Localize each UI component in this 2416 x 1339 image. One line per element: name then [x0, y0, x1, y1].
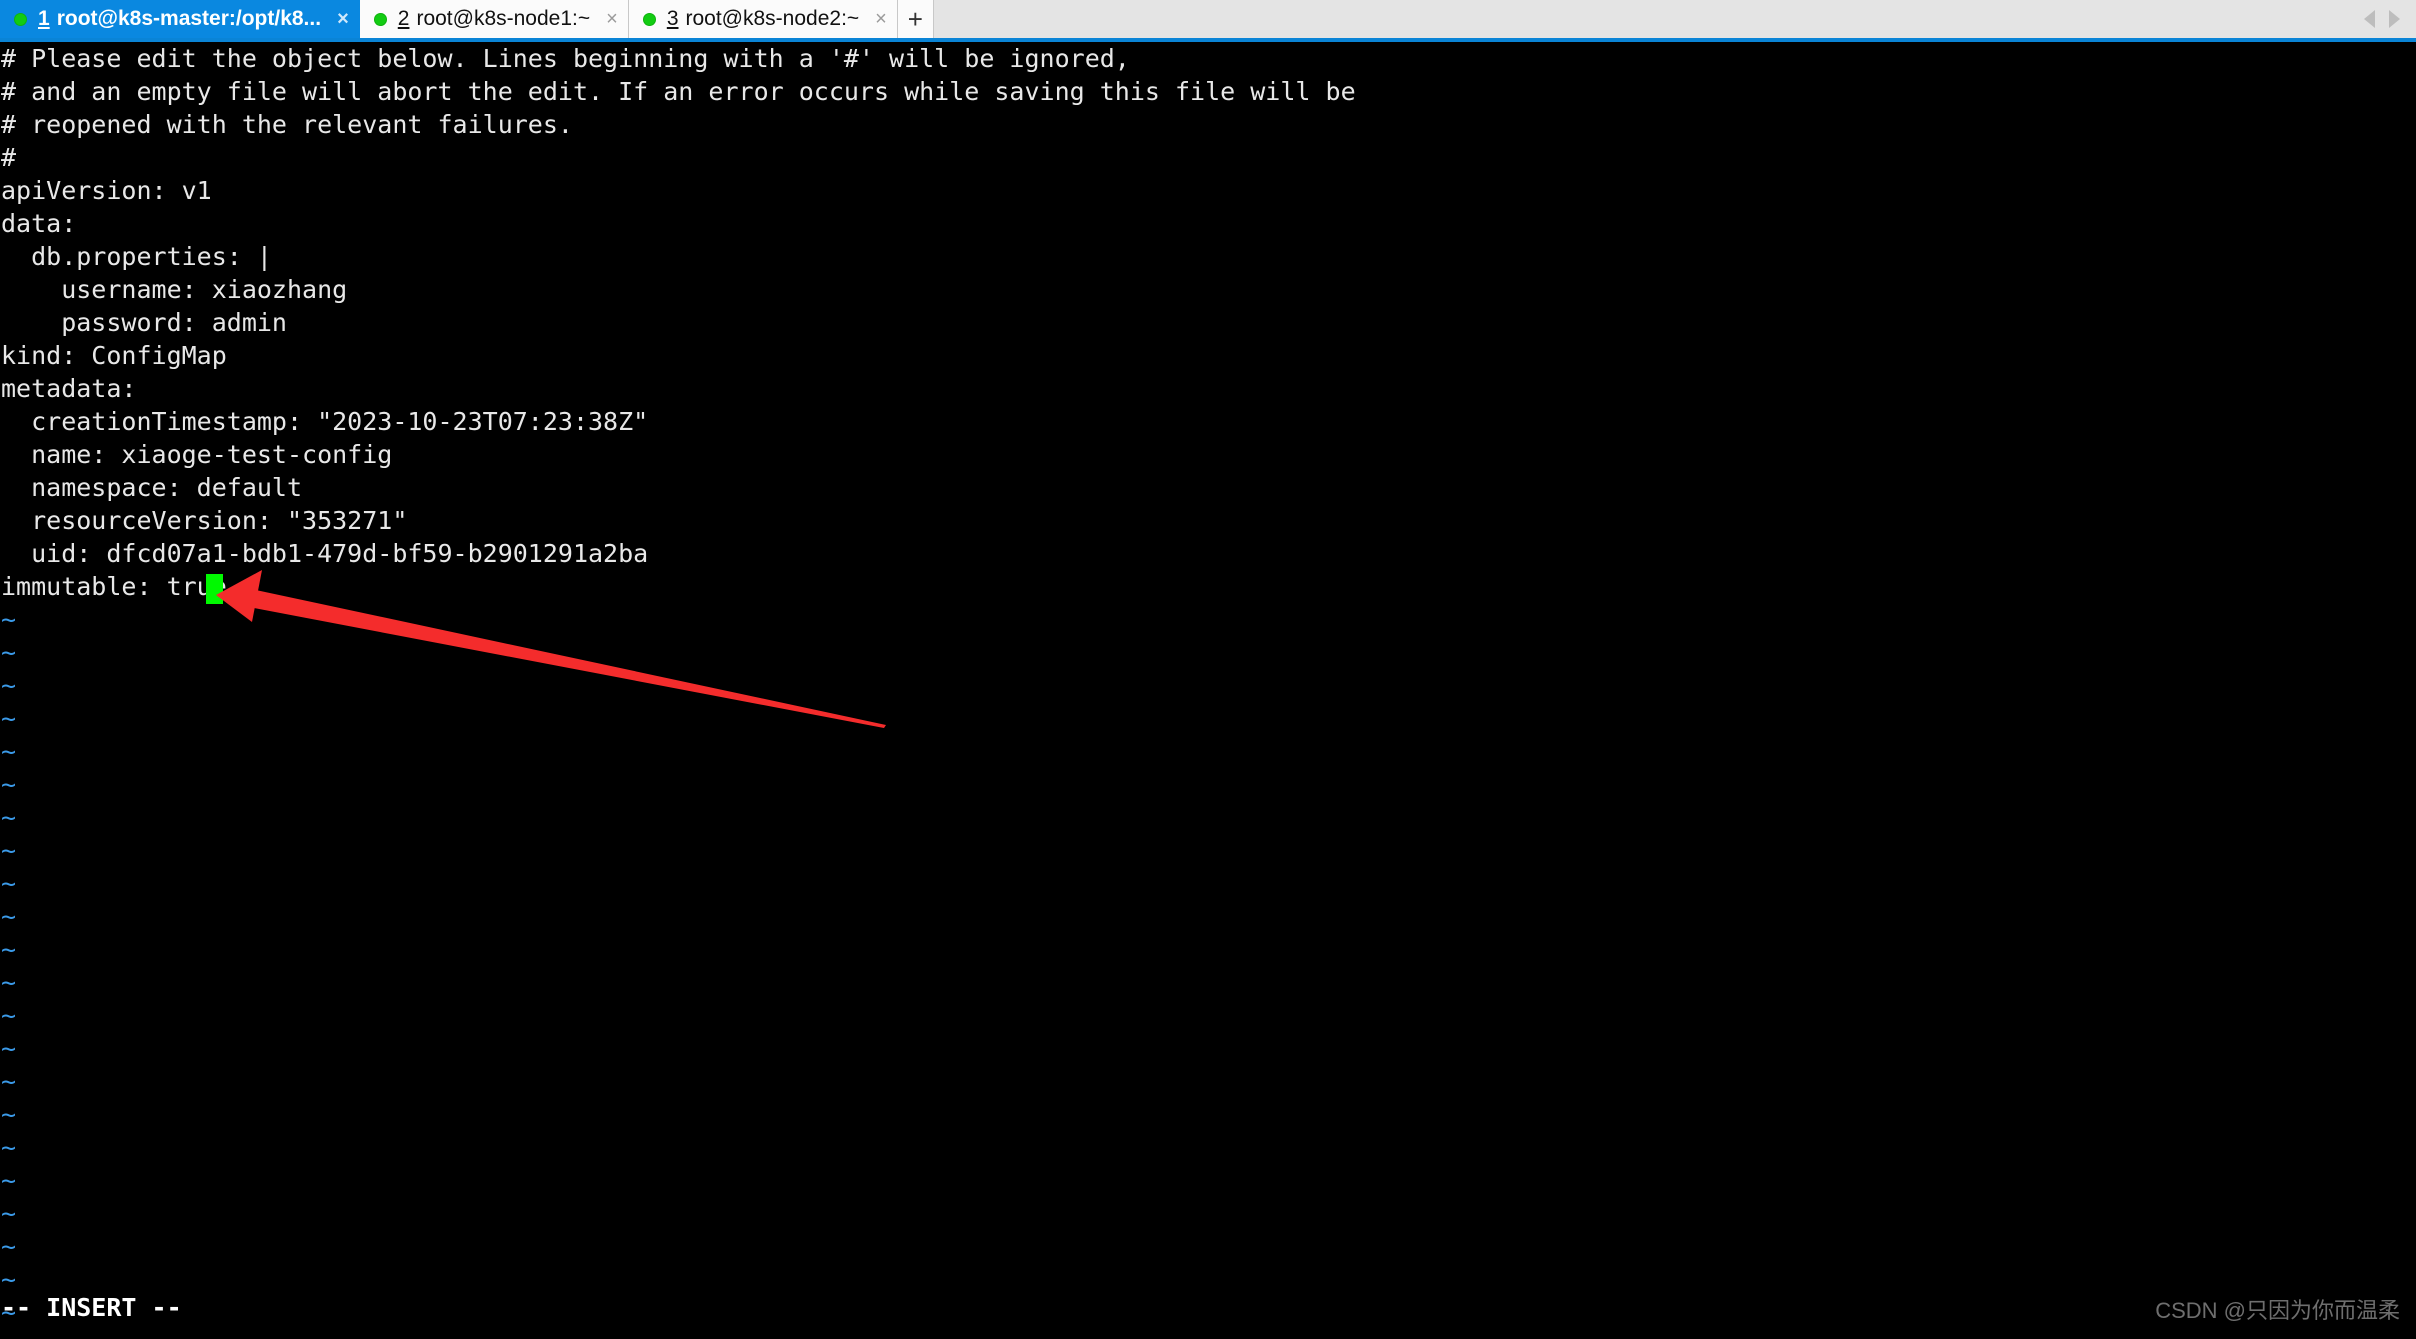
- vim-empty-line-marker: ~: [1, 1166, 17, 1195]
- tab-scroll-controls: [2364, 0, 2416, 38]
- vim-empty-line-marker: ~: [1, 1265, 17, 1294]
- vim-empty-line-marker: ~: [1, 1133, 17, 1162]
- tab-number: 1: [38, 7, 50, 30]
- vim-empty-line-marker: ~: [1, 902, 17, 931]
- vim-empty-line-marker: ~: [1, 1001, 17, 1030]
- vim-empty-line-marker: ~: [1, 836, 17, 865]
- terminal-line: # and an empty file will abort the edit.…: [1, 77, 1356, 106]
- terminal-screen[interactable]: # Please edit the object below. Lines be…: [0, 42, 2416, 1339]
- tab-status-dot-icon: [642, 12, 656, 26]
- vim-empty-line-marker: ~: [1, 770, 17, 799]
- terminal-line: creationTimestamp: "2023-10-23T07:23:38Z…: [1, 407, 649, 436]
- terminal-line: data:: [1, 209, 77, 238]
- terminal-line: kind: ConfigMap: [1, 341, 227, 370]
- tab-title: root@k8s-node2:~: [685, 7, 860, 30]
- terminal-line: # Please edit the object below. Lines be…: [1, 44, 1130, 73]
- tab-status-dot-icon: [373, 12, 387, 26]
- vim-empty-line-marker: ~: [1, 935, 17, 964]
- vim-mode-status: -- INSERT --: [1, 1293, 182, 1322]
- tab-bar: 1 root@k8s-master:/opt/k8... × 2 root@k8…: [0, 0, 2416, 42]
- new-tab-button[interactable]: +: [897, 0, 934, 38]
- vim-empty-line-marker: ~: [1, 1298, 17, 1327]
- terminal-line: immutable: true: [1, 572, 227, 601]
- tab-title: root@k8s-master:/opt/k8...: [56, 7, 322, 30]
- tab-2[interactable]: 2 root@k8s-node1:~ ×: [359, 0, 629, 38]
- vim-empty-line-marker: ~: [1, 605, 17, 634]
- vim-empty-line-marker: ~: [1, 671, 17, 700]
- tab-bar-filler: [933, 0, 2364, 38]
- tab-number: 2: [397, 7, 410, 30]
- terminal-line: # reopened with the relevant failures.: [1, 110, 573, 139]
- tab-3[interactable]: 3 root@k8s-node2:~ ×: [628, 0, 898, 38]
- tab-1[interactable]: 1 root@k8s-master:/opt/k8... ×: [0, 0, 360, 38]
- terminal-line: metadata:: [1, 374, 137, 403]
- terminal-line: name: xiaoge-test-config: [1, 440, 393, 469]
- tab-number: 3: [666, 7, 679, 30]
- vim-empty-line-marker: ~: [1, 737, 17, 766]
- vim-text-buffer[interactable]: # Please edit the object below. Lines be…: [0, 42, 2416, 1329]
- terminal-line: #: [1, 143, 17, 172]
- vim-empty-line-marker: ~: [1, 1199, 17, 1228]
- terminal-line: password: admin: [1, 308, 287, 337]
- terminal-line: apiVersion: v1: [1, 176, 212, 205]
- vim-empty-line-marker: ~: [1, 704, 17, 733]
- terminal-line: resourceVersion: "353271": [1, 506, 408, 535]
- vim-empty-line-marker: ~: [1, 803, 17, 832]
- chevron-left-icon[interactable]: [2364, 10, 2375, 28]
- vim-empty-line-marker: ~: [1, 1067, 17, 1096]
- close-icon[interactable]: ×: [606, 9, 618, 29]
- vim-empty-line-marker: ~: [1, 1232, 17, 1261]
- vim-empty-line-marker: ~: [1, 638, 17, 667]
- vim-empty-line-marker: ~: [1, 1100, 17, 1129]
- terminal-line: namespace: default: [1, 473, 303, 502]
- vim-empty-line-marker: ~: [1, 1034, 17, 1063]
- close-icon[interactable]: ×: [337, 9, 349, 29]
- terminal-line: db.properties: |: [1, 242, 272, 271]
- vim-empty-line-marker: ~: [1, 869, 17, 898]
- terminal-line: username: xiaozhang: [1, 275, 348, 304]
- close-icon[interactable]: ×: [875, 9, 887, 29]
- tab-status-dot-icon: [14, 12, 27, 26]
- tab-title: root@k8s-node1:~: [416, 7, 591, 30]
- vim-cursor: [206, 574, 223, 604]
- watermark-text: CSDN @只因为你而温柔: [2155, 1298, 2400, 1323]
- vim-empty-line-marker: ~: [1, 968, 17, 997]
- chevron-right-icon[interactable]: [2389, 10, 2400, 28]
- terminal-line: uid: dfcd07a1-bdb1-479d-bf59-b2901291a2b…: [1, 539, 649, 568]
